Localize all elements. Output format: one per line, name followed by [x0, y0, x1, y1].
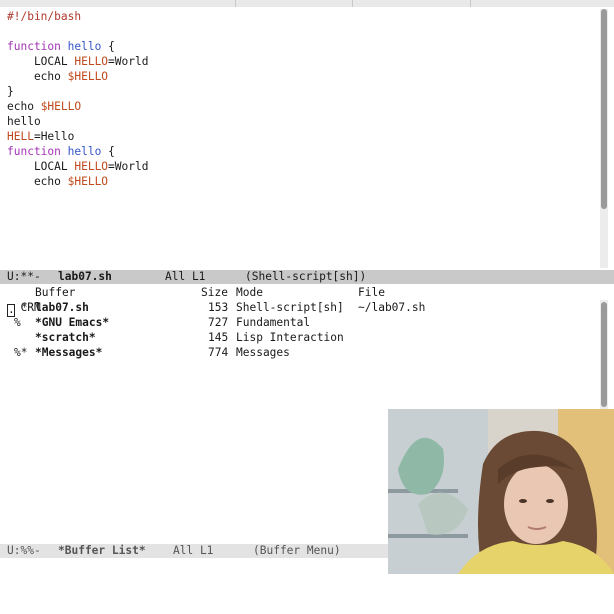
code-token: HELLO	[74, 160, 109, 173]
code-token: hello	[67, 145, 102, 158]
modeline-buffer-name[interactable]: lab07.sh	[58, 270, 112, 284]
code-line[interactable]: function hello {	[7, 39, 115, 54]
code-token: hello	[67, 40, 102, 53]
code-line[interactable]: HELL=Hello	[7, 129, 74, 144]
code-token: =Hello	[33, 130, 75, 143]
code-token: #!/bin/bash	[7, 10, 82, 23]
code-token: HELLO	[74, 55, 109, 68]
buffer-list-scrollbar-thumb[interactable]	[601, 302, 607, 407]
buffer-row-size: 145	[208, 331, 229, 344]
frame-top-strip	[0, 0, 614, 7]
buffer-row-name[interactable]: *Messages*	[35, 345, 102, 360]
code-token: function	[7, 40, 61, 53]
buffer-row-file: ~/lab07.sh	[358, 301, 426, 314]
code-line[interactable]: function hello {	[7, 144, 115, 159]
header-buffer: Buffer	[35, 286, 76, 299]
buffer-row-size: 774	[208, 346, 229, 359]
buffer-row-mode: Messages	[236, 346, 290, 359]
code-token: }	[7, 85, 14, 98]
code-scrollbar[interactable]	[600, 9, 608, 268]
code-line[interactable]: echo $HELLO	[7, 69, 108, 84]
buffer-row-name[interactable]: *GNU Emacs*	[35, 315, 109, 330]
code-token: echo	[7, 175, 68, 188]
code-editor-pane[interactable]: #!/bin/bash function hello { LOCAL HELLO=…	[0, 7, 594, 270]
code-line[interactable]: echo $HELLO	[7, 99, 81, 114]
code-token: LOCAL	[7, 160, 75, 173]
header-file: File	[358, 286, 385, 299]
buffer-row-mode: Lisp Interaction	[236, 331, 344, 344]
code-line[interactable]: }	[7, 84, 14, 99]
buffer-modeline-name[interactable]: *Buffer List*	[58, 544, 146, 558]
code-line[interactable]: LOCAL HELLO=World	[7, 159, 149, 174]
buffer-row-size: 153	[208, 301, 229, 314]
buffer-row-name[interactable]: *scratch*	[35, 330, 96, 345]
modeline-mode[interactable]: (Shell-script[sh])	[245, 270, 366, 284]
code-token: HELL	[7, 130, 34, 143]
buffer-modeline-status: U:%%-	[7, 544, 41, 557]
code-line[interactable]: #!/bin/bash	[7, 9, 81, 24]
code-scrollbar-thumb[interactable]	[601, 9, 607, 209]
buffer-row-mode: Shell-script[sh]	[236, 301, 344, 314]
editor-modeline: U:**- lab07.sh All L1 (Shell-script[sh])	[0, 270, 614, 284]
code-line[interactable]: echo $HELLO	[7, 174, 108, 189]
buffer-row-flags: %	[14, 316, 21, 329]
code-line[interactable]: LOCAL HELLO=World	[7, 54, 149, 69]
code-line[interactable]: hello	[7, 114, 41, 129]
buffer-row-flags: *	[21, 301, 28, 314]
code-token: echo	[7, 70, 68, 83]
modeline-position: All L1	[165, 270, 206, 283]
webcam-image	[388, 409, 614, 574]
buffer-row-cursor: .	[7, 303, 15, 317]
buffer-row-size: 727	[208, 316, 229, 329]
header-mode: Mode	[236, 286, 263, 299]
code-token: {	[101, 40, 115, 53]
buffer-modeline-position: All L1	[173, 544, 214, 557]
buffer-row-mode: Fundamental	[236, 316, 311, 329]
code-token: =World	[108, 55, 149, 68]
code-token: echo	[7, 100, 41, 113]
header-size: Size	[201, 286, 228, 299]
code-token: {	[101, 145, 115, 158]
modeline-status: U:**-	[7, 270, 41, 283]
code-token: $HELLO	[67, 70, 109, 83]
code-token: $HELLO	[67, 175, 109, 188]
buffer-row-flags: %*	[14, 346, 28, 359]
buffer-row-name[interactable]: lab07.sh	[35, 300, 89, 315]
webcam-overlay	[388, 409, 614, 574]
code-token: =World	[108, 160, 149, 173]
code-token: $HELLO	[40, 100, 82, 113]
code-token: LOCAL	[7, 55, 75, 68]
code-token: function	[7, 145, 61, 158]
buffer-modeline-mode[interactable]: (Buffer Menu)	[253, 544, 341, 558]
code-token: hello	[7, 115, 41, 128]
